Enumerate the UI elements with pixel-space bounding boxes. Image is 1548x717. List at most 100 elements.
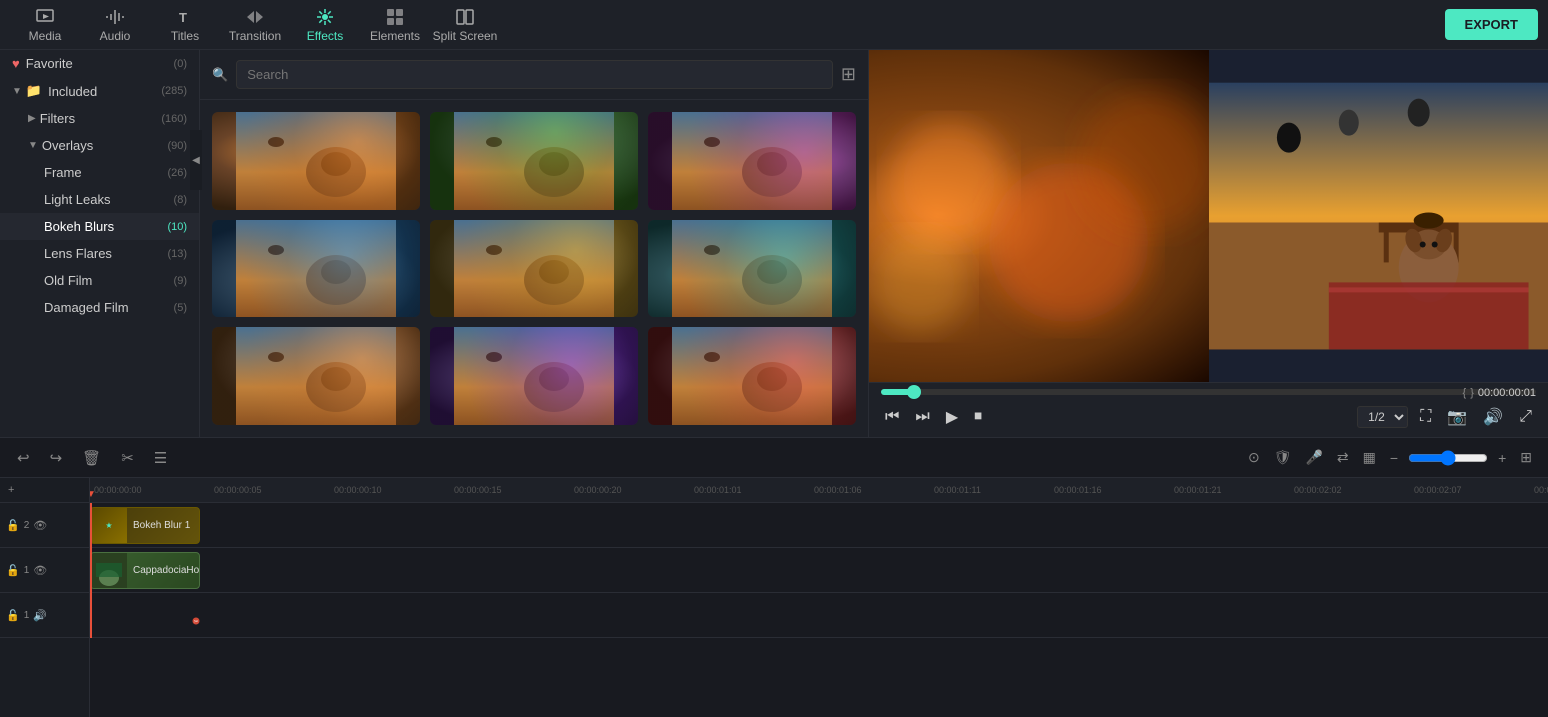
panel-collapse-arrow[interactable]: ◀ (190, 130, 202, 190)
scissors-button[interactable]: ✂ (116, 447, 139, 469)
track-lock-icon-2[interactable]: 🔓 (6, 519, 20, 532)
track-eye-icon-2[interactable]: 👁 (33, 519, 47, 532)
preview-right (1209, 50, 1548, 382)
ruler-mark: 00:00:01:01 (694, 485, 814, 495)
sidebar-item-lensflares[interactable]: Lens Flares (13) (0, 240, 199, 267)
tl-icon-6[interactable]: ⊞ (1516, 447, 1536, 468)
settings-button[interactable]: ☰ (149, 447, 172, 469)
tl-icon-3[interactable]: 🎤 (1301, 447, 1326, 468)
step-back-button[interactable]: ⏮ (881, 404, 903, 430)
play-button[interactable]: ▶ (942, 403, 962, 431)
sidebar-item-filters[interactable]: ▶ Filters (160) (0, 105, 199, 132)
nav-elements[interactable]: Elements (360, 0, 430, 50)
screenshot-button[interactable]: 📷 (1443, 403, 1471, 431)
quality-select[interactable]: 1/2 (1357, 406, 1408, 428)
nav-audio[interactable]: Audio (80, 0, 150, 50)
sidebar-item-oldfilm[interactable]: Old Film (9) (0, 267, 199, 294)
effect-card-bokeh-blur-5[interactable]: Bokeh Blur 5 (648, 220, 856, 318)
left-panel: ♥ Favorite (0) ▼ 📁 Included (285) ▶ Filt… (0, 50, 200, 437)
progress-bar[interactable]: { } 00:00:00:01 (881, 389, 1536, 395)
undo-button[interactable]: ↩ (12, 447, 35, 469)
effect-card-bokeh-blur-8[interactable]: Bokeh Blur 8 (430, 327, 638, 425)
ruler-mark: 00:00:02:07 (1414, 485, 1534, 495)
effect-card-bokeh-blur-1[interactable]: Bokeh Blur 1 (212, 112, 420, 210)
progress-thumb[interactable] (907, 385, 921, 399)
export-button[interactable]: EXPORT (1445, 9, 1538, 40)
nav-titles[interactable]: T Titles (150, 0, 220, 50)
svg-text:✂: ✂ (194, 619, 198, 625)
search-input[interactable] (236, 60, 833, 89)
arrow-icon: ▶ (28, 113, 36, 124)
track-video: CappadociaHotAirB... (90, 548, 1548, 593)
ruler-mark: 00:00:01:21 (1174, 485, 1294, 495)
effect-card-bokeh-blur-10[interactable]: Bokeh Blur 10 (212, 220, 420, 318)
ruler-mark: 00:00:00:15 (454, 485, 574, 495)
track-eye-icon-a1[interactable]: 🔊 (33, 609, 47, 622)
effect-card-bokeh-blur-7[interactable]: Bokeh Blur 7 (212, 327, 420, 425)
track-header-video: 🔓 1 👁 (0, 548, 89, 593)
tl-tracks: ★ Bokeh Blur 1 CappadociaHotAirB... (90, 503, 1548, 638)
arrow-icon: ▼ (12, 86, 22, 97)
preview-panel: { } 00:00:00:01 ⏮ ⏭ ▶ ⏹ 1/2 ⛶ 📷 🔊 ⤢ (868, 50, 1548, 437)
ruler-mark: 00:00:01:06 (814, 485, 934, 495)
delete-button[interactable]: 🗑 (77, 447, 106, 469)
effect-card-bokeh-blur-4[interactable]: Bokeh Blur 4 (430, 220, 638, 318)
grid-view-icon[interactable]: ⊞ (841, 64, 856, 85)
effects-search-bar: 🔍 ⊞ (200, 50, 868, 100)
track-lock-icon-a1[interactable]: 🔓 (6, 609, 20, 622)
timeline-toolbar: ↩ ↪ 🗑 ✂ ☰ ⊙ 🛡 🎤 ⇄ ▦ − + ⊞ (0, 438, 1548, 478)
stop-button[interactable]: ⏹ (970, 404, 986, 430)
track-eye-icon-v1[interactable]: 👁 (33, 564, 47, 577)
clip-video[interactable]: CappadociaHotAirB... (90, 552, 200, 589)
track-header-audio: 🔓 1 🔊 (0, 593, 89, 638)
search-icon: 🔍 (212, 67, 228, 83)
sidebar-item-bokehblurs[interactable]: Bokeh Blurs (10) (0, 213, 199, 240)
effect-card-bokeh-blur-6[interactable]: Bokeh Blur 6 (648, 112, 856, 210)
tl-icon-5[interactable]: ▦ (1359, 447, 1380, 468)
fullscreen-preview-button[interactable]: ⛶ (1416, 404, 1435, 430)
tl-icon-4[interactable]: ⇄ (1333, 447, 1353, 468)
nav-splitscreen[interactable]: Split Screen (430, 0, 500, 50)
folder-icon: 📁 (26, 83, 42, 99)
nav-media[interactable]: Media (10, 0, 80, 50)
audio-button[interactable]: 🔊 (1479, 403, 1507, 431)
tl-main: 00:00:00:0000:00:00:0500:00:00:1000:00:0… (90, 478, 1548, 717)
track-lock-icon-v1[interactable]: 🔓 (6, 564, 20, 577)
nav-effects[interactable]: Effects (290, 0, 360, 50)
add-track-button[interactable]: + (8, 484, 14, 496)
nav-transition[interactable]: Transition (220, 0, 290, 50)
tl-icon-2[interactable]: 🛡 (1270, 447, 1296, 468)
effect-card-bokeh-blur-9[interactable]: Bokeh Blur 9 (648, 327, 856, 425)
redo-button[interactable]: ↪ (45, 447, 68, 469)
heart-icon: ♥ (12, 56, 20, 71)
sidebar-item-frame[interactable]: Frame (26) (0, 159, 199, 186)
track-label-2: 2 (24, 520, 30, 531)
svg-text:T: T (179, 10, 187, 25)
sidebar-item-included[interactable]: ▼ 📁 Included (285) (0, 77, 199, 105)
ruler-mark: 00:00:01:11 (934, 485, 1054, 495)
effect-card-bokeh-blur-2[interactable]: Bokeh Blur 2 (430, 112, 638, 210)
zoom-out-icon[interactable]: − (1386, 448, 1402, 468)
timeline-cursor[interactable] (90, 503, 92, 638)
expand-button[interactable]: ⤢ (1515, 404, 1536, 430)
preview-video (869, 50, 1548, 382)
sidebar-item-favorite[interactable]: ♥ Favorite (0) (0, 50, 199, 77)
ruler-mark: 00:00:00:10 (334, 485, 454, 495)
zoom-slider[interactable] (1408, 450, 1488, 466)
ruler-mark: 00:00:02:12 (1534, 485, 1548, 495)
sidebar-item-lightleaks[interactable]: Light Leaks (8) (0, 186, 199, 213)
zoom-in-icon[interactable]: + (1494, 448, 1510, 468)
arrow-icon: ▼ (28, 140, 38, 151)
preview-left (869, 50, 1209, 382)
ruler-mark: 00:00:00:05 (214, 485, 334, 495)
sidebar-item-overlays[interactable]: ▼ Overlays (90) (0, 132, 199, 159)
tl-ruler: 00:00:00:0000:00:00:0500:00:00:1000:00:0… (90, 478, 1548, 503)
sidebar-item-damagedfilm[interactable]: Damaged Film (5) (0, 294, 199, 321)
frame-back-button[interactable]: ⏭ (911, 404, 933, 430)
preview-controls: { } 00:00:00:01 ⏮ ⏭ ▶ ⏹ 1/2 ⛶ 📷 🔊 ⤢ (869, 382, 1548, 437)
ruler-mark: 00:00:00:20 (574, 485, 694, 495)
tl-icon-1[interactable]: ⊙ (1244, 447, 1264, 468)
track-overlay: ★ Bokeh Blur 1 (90, 503, 1548, 548)
ruler-mark: 00:00:00:00 (94, 485, 214, 495)
clip-bokeh-blur-1[interactable]: ★ Bokeh Blur 1 (90, 507, 200, 544)
